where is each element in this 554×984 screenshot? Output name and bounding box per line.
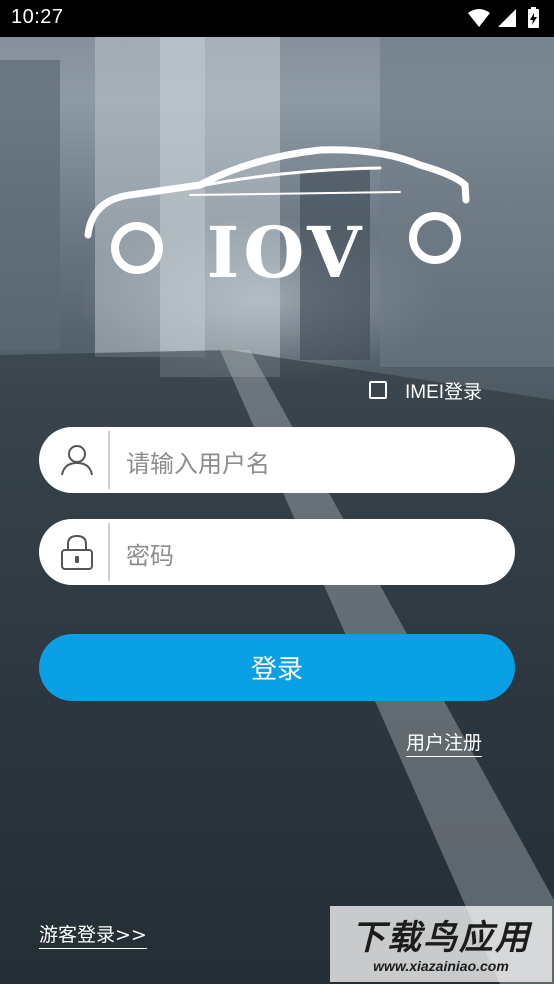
status-icons (468, 7, 539, 28)
username-input[interactable]: 请输入用户名 (126, 444, 270, 479)
imei-label: IMEI登录 (405, 381, 483, 403)
imei-login-option[interactable]: IMEI登录 (369, 376, 482, 404)
username-field[interactable]: 请输入用户名 (39, 427, 515, 493)
watermark-url: www.xiazainiao.com (373, 958, 509, 974)
login-button[interactable]: 登录 (39, 634, 515, 701)
car-wheel-left-icon (111, 222, 163, 274)
password-input[interactable]: 密码 (126, 536, 174, 571)
imei-checkbox[interactable] (369, 381, 387, 399)
battery-icon (528, 7, 539, 28)
password-divider (108, 523, 110, 581)
guest-login-link[interactable]: 游客登录>> (39, 920, 147, 949)
signal-icon (498, 9, 516, 27)
register-link[interactable]: 用户注册 (406, 728, 483, 757)
status-bar: 10:27 (0, 0, 554, 37)
car-wheel-right-icon (409, 212, 461, 264)
watermark: 下载鸟应用 www.xiazainiao.com (330, 906, 552, 982)
wifi-icon (468, 9, 490, 27)
status-time: 10:27 (11, 6, 64, 28)
logo-wordmark: IOV (207, 211, 366, 290)
username-divider (108, 431, 110, 489)
password-field[interactable]: 密码 (39, 519, 515, 585)
user-icon (61, 445, 93, 476)
iov-logo: IOV (84, 146, 470, 290)
watermark-title: 下载鸟应用 (351, 918, 531, 958)
lock-icon (61, 534, 93, 570)
